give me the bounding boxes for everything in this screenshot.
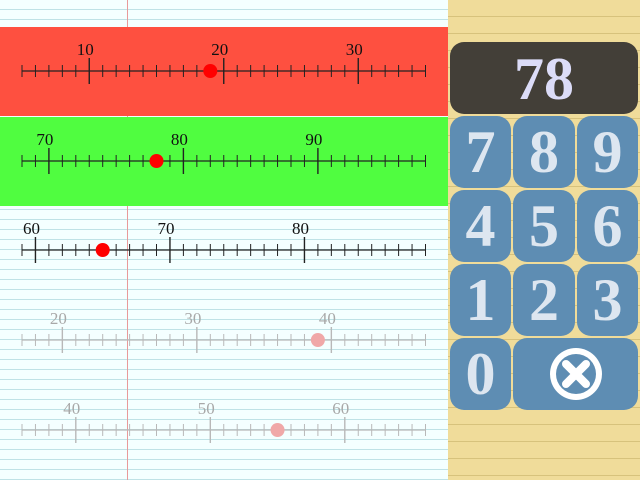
clear-button[interactable] bbox=[513, 338, 638, 410]
tick-label: 70 bbox=[157, 219, 174, 238]
key-3[interactable]: 3 bbox=[577, 264, 638, 336]
tick-label: 40 bbox=[63, 399, 80, 418]
number-lines-area: 10 20 30 70 80 90 60 70 80 20 30 40 40 50 60 bbox=[21, 40, 426, 443]
number-line-marker bbox=[95, 243, 110, 257]
key-8[interactable]: 8 bbox=[513, 116, 575, 188]
number-line-5: 40 50 60 bbox=[21, 399, 426, 443]
number-line-marker bbox=[149, 154, 164, 168]
tick-label: 20 bbox=[50, 309, 67, 328]
tick-label: 20 bbox=[211, 40, 228, 59]
key-2[interactable]: 2 bbox=[513, 264, 575, 336]
key-6[interactable]: 6 bbox=[577, 190, 638, 262]
tick-label: 50 bbox=[198, 399, 215, 418]
number-line-3: 60 70 80 bbox=[21, 219, 426, 263]
number-line-4: 20 30 40 bbox=[21, 309, 426, 353]
clear-x-icon bbox=[549, 348, 602, 400]
number-line-marker bbox=[310, 333, 325, 347]
tick-label: 60 bbox=[23, 219, 40, 238]
tick-label: 80 bbox=[292, 219, 309, 238]
tick-label: 30 bbox=[346, 40, 363, 59]
key-0[interactable]: 0 bbox=[450, 338, 511, 410]
number-line-marker bbox=[203, 64, 218, 78]
number-line-1: 10 20 30 bbox=[21, 40, 426, 84]
key-5[interactable]: 5 bbox=[513, 190, 575, 262]
tick-label: 60 bbox=[332, 399, 349, 418]
tick-label: 40 bbox=[319, 309, 336, 328]
tick-label: 10 bbox=[77, 40, 94, 59]
key-7[interactable]: 7 bbox=[450, 116, 511, 188]
number-line-marker bbox=[270, 423, 285, 437]
tick-label: 30 bbox=[184, 309, 201, 328]
answer-display: 78 bbox=[450, 42, 638, 114]
number-line-2: 70 80 90 bbox=[21, 130, 426, 174]
key-9[interactable]: 9 bbox=[577, 116, 638, 188]
key-4[interactable]: 4 bbox=[450, 190, 511, 262]
answer-display-value: 78 bbox=[514, 46, 574, 112]
tick-label: 90 bbox=[305, 130, 322, 149]
key-1[interactable]: 1 bbox=[450, 264, 511, 336]
tick-label: 80 bbox=[171, 130, 188, 149]
tick-label: 70 bbox=[36, 130, 53, 149]
